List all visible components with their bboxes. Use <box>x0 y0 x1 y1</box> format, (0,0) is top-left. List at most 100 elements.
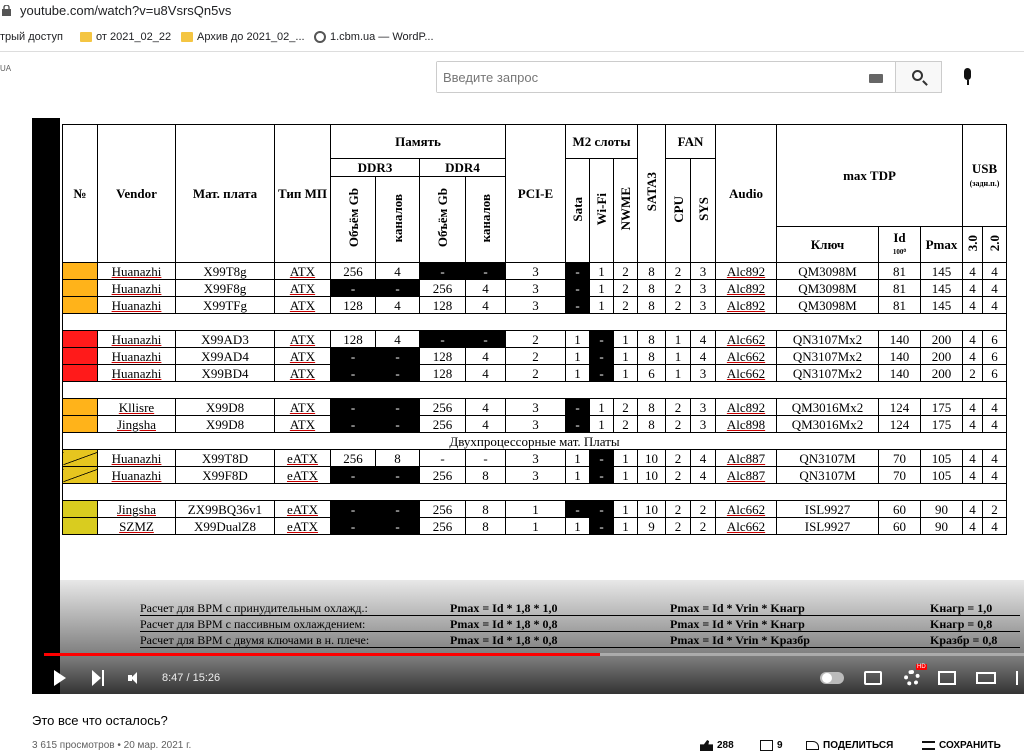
header-num: № <box>62 124 98 263</box>
cell-ddr4c: 4 <box>465 347 506 365</box>
subtitles-icon[interactable] <box>864 671 882 685</box>
cell-ddr4c: - <box>465 330 506 348</box>
cell-pmax: 105 <box>920 466 963 484</box>
cell-usb3: 4 <box>962 517 983 535</box>
calc-row: Расчет для BPM с двумя ключами в н. плеч… <box>140 632 1020 648</box>
url-text[interactable]: youtube.com/watch?v=u8VsrsQn5vs <box>20 3 231 18</box>
cell-ddr4v: - <box>419 262 466 280</box>
row-color-marker <box>62 296 98 314</box>
cell-wifi: - <box>589 517 614 535</box>
cell-pmax: 105 <box>920 449 963 467</box>
cell-pcie: 1 <box>505 500 566 518</box>
cell-board: X99F8D <box>175 466 275 484</box>
keyboard-icon[interactable] <box>869 74 883 83</box>
cell-sata3: 8 <box>637 347 666 365</box>
dislike-button[interactable]: 9 <box>760 740 783 751</box>
cell-sys: 2 <box>690 517 716 535</box>
cell-key: QM3098M <box>776 262 879 280</box>
table-row: Jingsha X99D8 ATX - -256 4 3-1 2 8 2 3 Alc898 QM3016… <box>62 415 1007 433</box>
group-spacer <box>62 483 1007 501</box>
autoplay-toggle[interactable] <box>820 672 844 684</box>
cell-type: ATX <box>274 279 331 297</box>
cell-sys: 3 <box>690 262 716 280</box>
cell-id: 140 <box>878 330 921 348</box>
header-key: Ключ <box>776 226 879 263</box>
fullscreen-icon[interactable] <box>1016 671 1024 685</box>
header-type: Тип МП <box>274 124 331 263</box>
cell-ddr3c: - <box>375 500 420 518</box>
cell-nvme: 2 <box>613 296 638 314</box>
lock-icon <box>2 4 11 16</box>
volume-icon[interactable] <box>128 671 142 685</box>
cell-cpu: 2 <box>665 398 691 416</box>
cell-nvme: 1 <box>613 500 638 518</box>
bookmark-folder-archive[interactable]: Архив до 2021_02_... <box>181 31 305 43</box>
cell-nvme: 1 <box>613 517 638 535</box>
play-icon[interactable] <box>54 670 66 686</box>
search-box[interactable] <box>436 61 896 93</box>
cell-vendor: Huanazhi <box>97 347 176 365</box>
cell-key: QM3098M <box>776 279 879 297</box>
cell-ddr4c: 4 <box>465 398 506 416</box>
cell-ddr4c: 4 <box>465 296 506 314</box>
cell-ddr4c: 8 <box>465 517 506 535</box>
progress-bar[interactable] <box>44 653 1024 656</box>
header-memory: Память <box>330 124 506 159</box>
bookmark-cbm-wordpress[interactable]: 1.cbm.ua — WordP... <box>314 31 434 43</box>
header-nvme: NWME <box>613 158 638 263</box>
like-button[interactable]: 288 <box>700 740 734 751</box>
header-wifi: Wi-Fi <box>589 158 614 263</box>
search-button[interactable] <box>896 61 942 93</box>
cell-sata3: 8 <box>637 262 666 280</box>
header-pcie: PCI-E <box>505 124 566 263</box>
calc-coef: Kнагр = 1,0 <box>930 601 993 615</box>
address-bar[interactable]: youtube.com/watch?v=u8VsrsQn5vs <box>0 0 1024 22</box>
cell-ddr3v: - <box>330 347 376 365</box>
row-color-marker <box>62 262 98 280</box>
header-usb3: 3.0 <box>962 226 983 263</box>
bookmarks-bar: трый доступ от 2021_02_22 Архив до 2021_… <box>0 22 1024 52</box>
cell-sata3: 9 <box>637 517 666 535</box>
cell-ddr3c: - <box>375 415 420 433</box>
cell-key: QN3107Mx2 <box>776 364 879 382</box>
save-button[interactable]: СОХРАНИТЬ <box>922 740 1001 751</box>
cell-ddr3c: 4 <box>375 262 420 280</box>
next-icon[interactable] <box>92 670 104 686</box>
cell-sata: 1 <box>565 330 590 348</box>
cell-ddr3v: - <box>330 500 376 518</box>
cell-pmax: 175 <box>920 415 963 433</box>
cell-usb2: 2 <box>982 500 1007 518</box>
bookmark-label: трый доступ <box>0 31 63 43</box>
cell-usb3: 4 <box>962 296 983 314</box>
bookmark-quick-access[interactable]: трый доступ <box>0 31 63 43</box>
voice-search-button[interactable] <box>957 66 979 88</box>
cell-vendor: SZMZ <box>97 517 176 535</box>
theater-mode-icon[interactable] <box>976 672 996 684</box>
settings-gear-icon[interactable] <box>904 670 920 686</box>
cell-audio: Alc892 <box>715 398 777 416</box>
time-display: 8:47 / 15:26 <box>162 672 221 684</box>
cell-nvme: 1 <box>613 449 638 467</box>
bookmark-folder-2021-02-22[interactable]: от 2021_02_22 <box>80 31 171 43</box>
cell-ddr4c: - <box>465 449 506 467</box>
table-row: SZMZ X99DualZ8 eATX - -256 8 1 1-1 9 2 2 Alc662 ISL9… <box>62 517 1007 535</box>
cell-vendor: Huanazhi <box>97 466 176 484</box>
cell-wifi: - <box>589 449 614 467</box>
cell-wifi: - <box>589 330 614 348</box>
bookmark-label: 1.cbm.ua — WordP... <box>330 31 434 43</box>
share-button[interactable]: ПОДЕЛИТЬСЯ <box>806 740 893 751</box>
cell-nvme: 2 <box>613 279 638 297</box>
cell-sata: 1 <box>565 347 590 365</box>
cell-nvme: 1 <box>613 364 638 382</box>
row-color-marker <box>62 500 98 518</box>
video-player[interactable]: № Vendor Мат. плата Тип МП Память PCI-E … <box>32 118 1024 694</box>
cell-ddr4c: 4 <box>465 364 506 382</box>
cell-sys: 2 <box>690 500 716 518</box>
cell-key: QN3107Mx2 <box>776 347 879 365</box>
table-row: Huanazhi X99AD3 ATX 128 4- -2 1-1 8 1 4 Alc662 QN31… <box>62 330 1007 348</box>
dislike-count: 9 <box>777 740 783 751</box>
miniplayer-icon[interactable] <box>938 671 956 685</box>
search-input[interactable] <box>437 62 837 92</box>
group-spacer <box>62 313 1007 331</box>
cell-id: 60 <box>878 500 921 518</box>
